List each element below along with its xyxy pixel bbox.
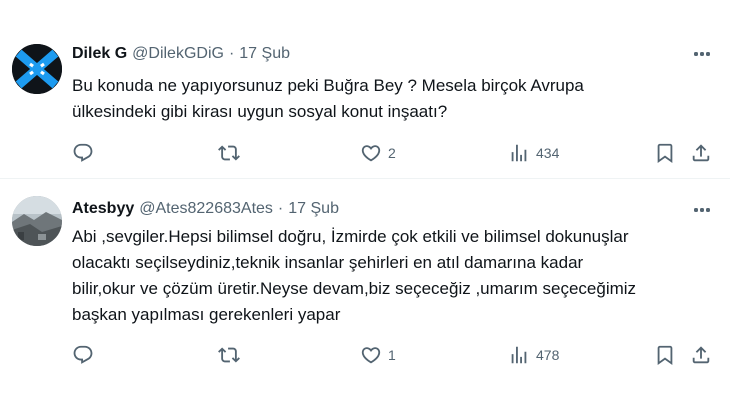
tweet-text: Bu konuda ne yapıyorsunuz peki Buğra Bey… bbox=[72, 76, 584, 121]
avatar[interactable] bbox=[12, 196, 62, 246]
reply-button[interactable] bbox=[72, 140, 94, 166]
views-count: 434 bbox=[536, 145, 560, 161]
share-icon bbox=[692, 144, 710, 162]
like-count: 1 bbox=[388, 347, 396, 363]
heart-icon bbox=[361, 145, 381, 162]
tweet-text: Abi ,sevgiler.Hepsi bilimsel doğru, İzmi… bbox=[72, 227, 637, 324]
divider bbox=[0, 178, 730, 179]
user-handle[interactable]: @Ates822683Ates bbox=[139, 200, 273, 218]
share-button[interactable] bbox=[690, 342, 712, 368]
heart-icon bbox=[361, 347, 381, 364]
share-button[interactable] bbox=[690, 140, 712, 166]
avatar-image bbox=[12, 44, 62, 94]
more-icon[interactable] bbox=[692, 44, 712, 64]
views-icon bbox=[511, 346, 527, 364]
action-bar: 2 434 bbox=[72, 140, 720, 166]
views-icon bbox=[511, 144, 527, 162]
views-count: 478 bbox=[536, 347, 560, 363]
avatar-image bbox=[12, 196, 62, 246]
bookmark-button[interactable] bbox=[654, 342, 676, 368]
retweet-icon bbox=[218, 145, 240, 161]
separator: · bbox=[228, 45, 235, 62]
like-button[interactable]: 1 bbox=[360, 342, 396, 368]
like-count: 2 bbox=[388, 145, 396, 161]
like-button[interactable]: 2 bbox=[360, 140, 396, 166]
post-date[interactable]: 17 Şub bbox=[239, 45, 290, 63]
views-button[interactable]: 478 bbox=[508, 342, 559, 368]
user-handle[interactable]: @DilekGDiG bbox=[132, 45, 224, 63]
more-icon[interactable] bbox=[692, 200, 712, 220]
display-name[interactable]: Dilek G bbox=[72, 45, 127, 63]
bookmark-icon bbox=[657, 345, 673, 366]
reply-icon bbox=[73, 345, 93, 364]
reply-icon bbox=[73, 143, 93, 162]
tweet[interactable]: Atesbyy @Ates822683Ates · 17 Şub Abi ,se… bbox=[0, 180, 730, 420]
share-icon bbox=[692, 346, 710, 364]
avatar[interactable] bbox=[12, 44, 62, 94]
tweet-header: Atesbyy @Ates822683Ates · 17 Şub bbox=[72, 199, 339, 219]
tweet-header: Dilek G @DilekGDiG · 17 Şub bbox=[72, 44, 290, 64]
retweet-button[interactable] bbox=[218, 140, 240, 166]
action-bar: 1 478 bbox=[72, 342, 720, 368]
views-button[interactable]: 434 bbox=[508, 140, 559, 166]
retweet-button[interactable] bbox=[218, 342, 240, 368]
post-date[interactable]: 17 Şub bbox=[288, 200, 339, 218]
bookmark-button[interactable] bbox=[654, 140, 676, 166]
reply-button[interactable] bbox=[72, 342, 94, 368]
display-name[interactable]: Atesbyy bbox=[72, 200, 134, 218]
retweet-icon bbox=[218, 347, 240, 363]
separator: · bbox=[277, 200, 284, 217]
bookmark-icon bbox=[657, 143, 673, 164]
tweet[interactable]: Dilek G @DilekGDiG · 17 Şub Bu konuda ne… bbox=[0, 0, 730, 178]
